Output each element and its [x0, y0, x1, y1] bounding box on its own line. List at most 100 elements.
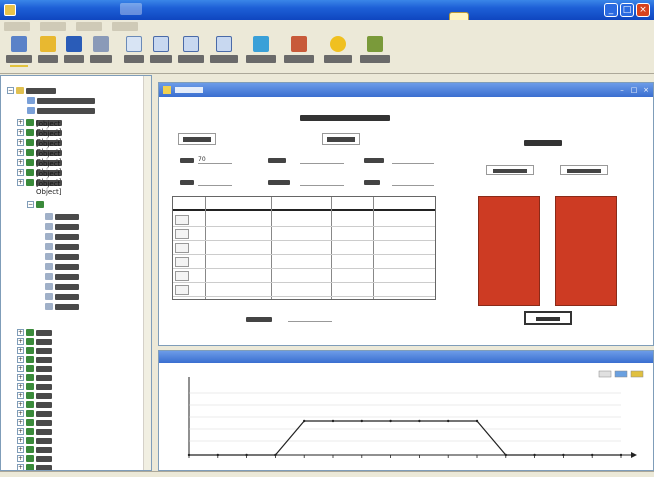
tree-item[interactable]: + — [17, 337, 52, 346]
maximize-button[interactable]: □ — [620, 3, 634, 17]
toolbar-chart2-button[interactable] — [178, 36, 204, 72]
toolbar-refresh-button[interactable] — [246, 36, 276, 72]
expand-toggle-icon[interactable]: + — [17, 437, 24, 444]
row-header[interactable] — [175, 285, 189, 295]
tree-item[interactable] — [45, 212, 79, 221]
expand-toggle-icon[interactable]: + — [17, 119, 24, 126]
tree-item[interactable]: + [object Object] — [17, 178, 62, 196]
tree-item[interactable] — [45, 262, 79, 271]
tree-item[interactable] — [45, 252, 79, 261]
toolbar-lightbulb-button[interactable] — [324, 36, 352, 72]
tree-item[interactable] — [45, 302, 79, 311]
tree-scrollbar[interactable] — [143, 76, 151, 470]
tree-item[interactable]: + — [17, 382, 52, 391]
toolbar-open-button[interactable] — [38, 36, 58, 72]
toolbar-back-button[interactable] — [6, 36, 32, 72]
expand-toggle-icon[interactable]: + — [17, 446, 24, 453]
expand-toggle-icon[interactable]: + — [17, 383, 24, 390]
minimize-button[interactable]: _ — [604, 3, 618, 17]
toolbar-package-button[interactable] — [284, 36, 314, 72]
toolbar-print-button[interactable] — [90, 36, 112, 72]
expand-toggle-icon[interactable]: + — [17, 329, 24, 336]
tree-item[interactable]: + — [17, 400, 52, 409]
expand-toggle-icon[interactable]: − — [7, 87, 14, 94]
expand-toggle-icon[interactable]: + — [17, 159, 24, 166]
tree-item[interactable] — [45, 222, 79, 231]
tree-item[interactable]: + [object Object] — [17, 138, 62, 156]
expand-toggle-icon[interactable]: + — [17, 374, 24, 381]
expand-toggle-icon[interactable]: + — [17, 347, 24, 354]
tree-item[interactable]: + — [17, 418, 52, 427]
field-value[interactable] — [300, 177, 344, 186]
tree-item[interactable] — [45, 272, 79, 281]
tree-item[interactable]: + — [17, 346, 52, 355]
toolbar-save-button[interactable] — [64, 36, 84, 72]
tree-item[interactable]: + [object Object] — [17, 168, 62, 186]
tree-item[interactable]: + — [17, 355, 52, 364]
field-value[interactable] — [392, 177, 434, 186]
section-mid-button[interactable] — [322, 133, 360, 145]
toolbar-chart3-button[interactable] — [210, 36, 238, 72]
tree-item[interactable]: + — [17, 427, 52, 436]
tree-item[interactable]: + — [17, 409, 52, 418]
confirm-button[interactable] — [524, 311, 572, 325]
tree-item[interactable]: + — [17, 373, 52, 382]
tree-item[interactable] — [27, 106, 95, 115]
tree-item[interactable]: + — [17, 463, 52, 470]
table-row[interactable] — [173, 213, 435, 227]
expand-toggle-icon[interactable]: − — [27, 201, 34, 208]
tree-item[interactable] — [45, 232, 79, 241]
expand-toggle-icon[interactable]: + — [17, 455, 24, 462]
field-value[interactable] — [198, 177, 232, 186]
expand-toggle-icon[interactable]: + — [17, 410, 24, 417]
tree-item[interactable]: + — [17, 328, 52, 337]
tree-item[interactable]: + — [17, 445, 52, 454]
form-close-button[interactable]: × — [641, 86, 651, 94]
field-value[interactable] — [300, 155, 344, 164]
row-header[interactable] — [175, 229, 189, 239]
expand-toggle-icon[interactable]: + — [17, 365, 24, 372]
section-left-button[interactable] — [178, 133, 216, 145]
menu-item-1[interactable] — [4, 22, 30, 31]
tree-item[interactable]: + [object Object] — [17, 148, 62, 166]
tree-item[interactable]: + — [17, 436, 52, 445]
table-row[interactable] — [173, 255, 435, 269]
row-header[interactable] — [175, 215, 189, 225]
tree-item[interactable]: + [object Object] — [17, 128, 62, 146]
tree-item[interactable]: + — [17, 364, 52, 373]
expand-toggle-icon[interactable]: + — [17, 129, 24, 136]
tree-item[interactable] — [45, 242, 79, 251]
tree-item[interactable]: + — [17, 391, 52, 400]
tree-item[interactable]: + — [17, 454, 52, 463]
tree-item[interactable]: − — [7, 86, 56, 95]
menu-item-4[interactable] — [112, 22, 138, 31]
close-button[interactable]: × — [636, 3, 650, 17]
expand-toggle-icon[interactable]: + — [17, 401, 24, 408]
expand-toggle-icon[interactable]: + — [17, 149, 24, 156]
tree-item[interactable] — [27, 96, 95, 105]
tree-item[interactable]: − — [27, 200, 44, 209]
expand-toggle-icon[interactable]: + — [17, 179, 24, 186]
form-maximize-button[interactable]: □ — [629, 86, 639, 94]
table-row[interactable] — [173, 269, 435, 283]
row-header[interactable] — [175, 243, 189, 253]
expand-toggle-icon[interactable]: + — [17, 392, 24, 399]
tree-item[interactable] — [45, 292, 79, 301]
menu-item-3[interactable] — [76, 22, 102, 31]
table-row[interactable] — [173, 241, 435, 255]
expand-toggle-icon[interactable]: + — [17, 169, 24, 176]
form-minimize-button[interactable]: – — [617, 86, 627, 94]
field-value[interactable]: 70 — [198, 155, 232, 164]
table-row[interactable] — [173, 227, 435, 241]
tree-item[interactable]: + [object Object] — [17, 118, 62, 136]
tree-item[interactable]: + [object Object] — [17, 158, 62, 176]
expand-toggle-icon[interactable]: + — [17, 428, 24, 435]
expand-toggle-icon[interactable]: + — [17, 356, 24, 363]
tree-item[interactable] — [45, 282, 79, 291]
toolbar-document-button[interactable] — [124, 36, 144, 72]
expand-toggle-icon[interactable]: + — [17, 338, 24, 345]
table-row[interactable] — [173, 283, 435, 297]
expand-toggle-icon[interactable]: + — [17, 419, 24, 426]
toolbar-vehicle-button[interactable] — [360, 36, 390, 72]
toolbar-chart1-button[interactable] — [150, 36, 172, 72]
